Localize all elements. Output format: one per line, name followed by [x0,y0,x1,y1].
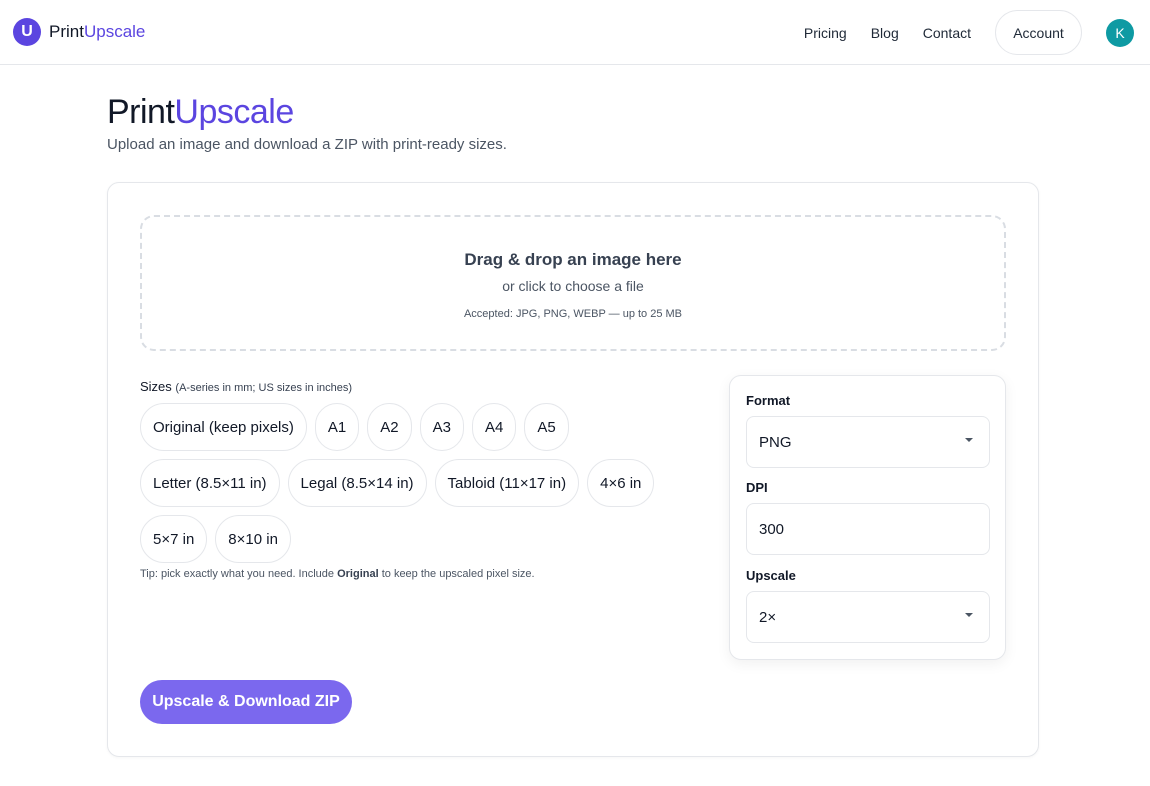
sizes-hint: (A-series in mm; US sizes in inches) [175,382,353,394]
output-settings-panel: Format PNG DPI 300 Upscale 2× [729,375,1006,660]
size-chip-8x10[interactable]: 8×10 in [215,515,291,563]
page-title-part1: Print [107,93,175,131]
page-subtitle: Upload an image and download a ZIP with … [107,136,507,153]
top-nav: U PrintUpscale Pricing Blog Contact Acco… [0,0,1150,65]
tip-suffix: to keep the upscaled pixel size. [378,568,535,580]
upscale-label: Upscale [746,568,796,583]
size-chip-a4[interactable]: A4 [471,403,517,451]
format-label: Format [746,393,791,408]
nav-menu: Pricing Blog Contact Account K [804,10,1134,55]
upscale-select[interactable]: 2× [746,591,990,643]
size-chips: Original (keep pixels) A1 A2 A3 A4 A5 Le… [140,403,700,571]
sizes-label-text: Sizes [140,379,172,394]
dpi-input[interactable]: 300 [746,503,990,555]
tip-bold: Original [337,568,379,580]
upscale-download-button[interactable]: Upscale & Download ZIP [140,680,352,724]
tip-prefix: Tip: pick exactly what you need. Include [140,568,338,580]
brand-name-part2: Upscale [83,22,146,41]
brand-link[interactable]: U PrintUpscale [13,18,145,46]
sizes-label: Sizes (A-series in mm; US sizes in inche… [140,379,352,394]
size-chip-tabloid[interactable]: Tabloid (11×17 in) [434,459,580,507]
size-chip-a1[interactable]: A1 [314,403,360,451]
page-title: PrintUpscale [107,93,294,132]
size-chip-row: Original (keep pixels) A1 A2 A3 A4 A5 [140,403,700,451]
size-chip-letter[interactable]: Letter (8.5×11 in) [140,459,280,507]
dpi-value: 300 [759,520,785,538]
chevron-down-icon [965,438,973,442]
size-chip-original[interactable]: Original (keep pixels) [140,403,307,451]
upscale-card: Drag & drop an image here or click to ch… [107,182,1039,757]
size-chip-5x7[interactable]: 5×7 in [140,515,208,563]
sizes-tip: Tip: pick exactly what you need. Include… [140,568,535,580]
brand-logo-icon: U [13,18,41,46]
upscale-value: 2× [759,608,777,626]
dropzone-title: Drag & drop an image here [464,250,682,269]
size-chip-4x6[interactable]: 4×6 in [587,459,655,507]
chevron-down-icon [965,613,973,617]
brand-name: PrintUpscale [49,22,145,42]
account-button[interactable]: Account [995,10,1082,55]
size-chip-a5[interactable]: A5 [524,403,569,451]
page-title-part2: Upscale [174,93,294,131]
format-select[interactable]: PNG [746,416,990,468]
size-chip-legal[interactable]: Legal (8.5×14 in) [287,459,427,507]
nav-link-contact[interactable]: Contact [923,11,971,55]
brand-name-part1: Print [49,22,84,41]
nav-link-pricing[interactable]: Pricing [804,11,847,55]
nav-link-blog[interactable]: Blog [871,11,899,55]
size-chip-a3[interactable]: A3 [419,403,464,451]
dropzone-subtitle: or click to choose a file [502,278,644,294]
size-chip-row: 5×7 in 8×10 in [140,515,700,563]
size-chip-a2[interactable]: A2 [367,403,412,451]
dropzone-accepted-types: Accepted: JPG, PNG, WEBP — up to 25 MB [463,308,683,320]
user-avatar[interactable]: K [1106,18,1134,47]
size-chip-row: Letter (8.5×11 in) Legal (8.5×14 in) Tab… [140,459,700,507]
dpi-label: DPI [746,480,768,495]
format-value: PNG [759,433,792,451]
file-dropzone[interactable]: Drag & drop an image here or click to ch… [140,215,1006,351]
